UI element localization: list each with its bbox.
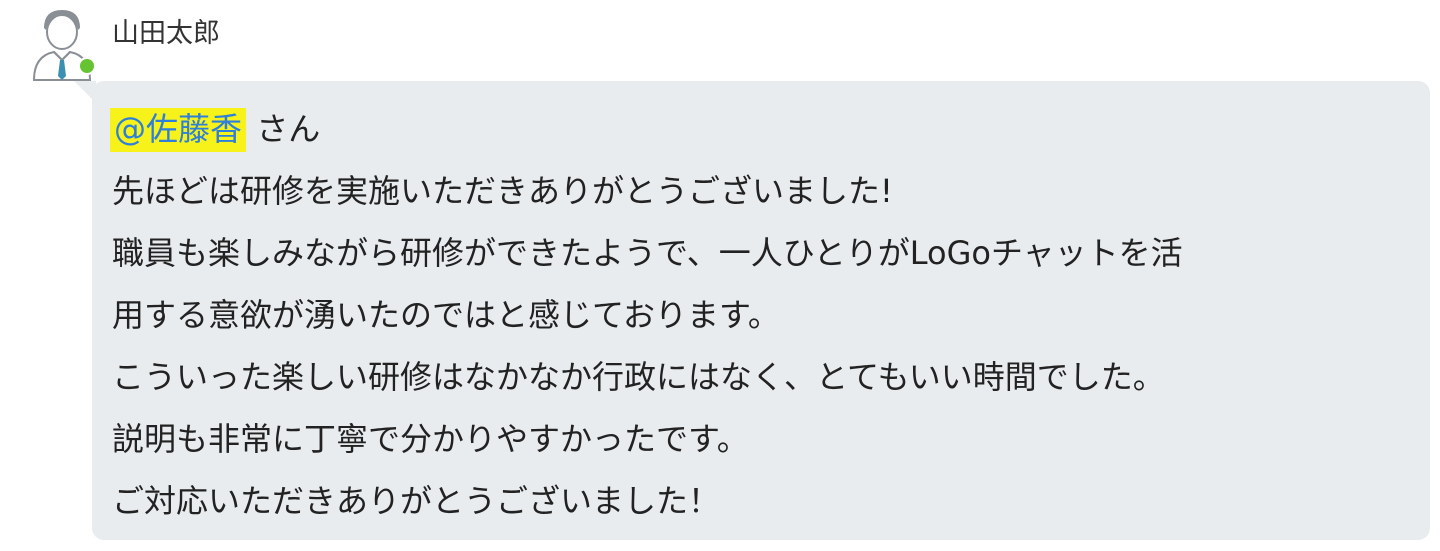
message-line: 説明も非常に丁寧で分かりやすかったです。 [112, 420, 749, 458]
mention-suffix: さん [246, 110, 321, 148]
message-line: こういった楽しい研修はなかなか行政にはなく、とてもいい時間でした。 [112, 358, 1165, 396]
message-line: 用する意欲が湧いたのではと感じております。 [112, 296, 780, 334]
sender-name[interactable]: 山田太郎 [112, 14, 220, 54]
mention-tag[interactable]: @佐藤香 [110, 108, 247, 152]
message-body: @佐藤香 さん 先ほどは研修を実施いただきありがとうございました! 職員も楽しみ… [110, 98, 1412, 532]
message-line: ご対応いただきありがとうございました！ [112, 482, 721, 520]
message-line: 職員も楽しみながら研修ができたようで、一人ひとりがLoGoチャットを活 [112, 234, 1183, 272]
message-line: 先ほどは研修を実施いただきありがとうございました! [112, 172, 893, 210]
mention-line: @佐藤香 さん [110, 98, 1412, 160]
online-status-dot [78, 57, 96, 75]
chat-message: 山田太郎 @佐藤香 さん 先ほどは研修を実施いただきありがとうございました! 職… [0, 0, 1440, 551]
